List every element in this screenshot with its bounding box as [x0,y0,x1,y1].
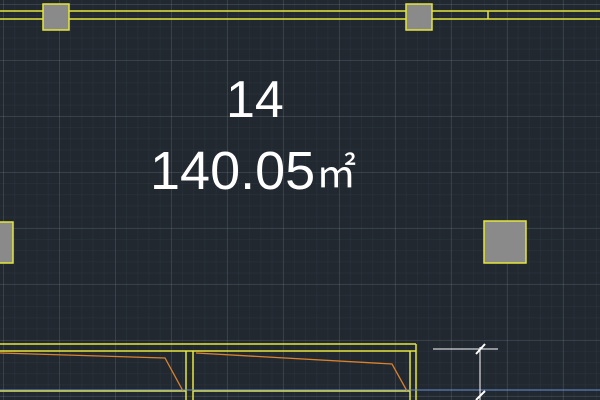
bottom-wall [0,343,417,400]
dimension-marker[interactable] [433,343,498,400]
door-swing-left [0,352,184,392]
top-wall [0,10,600,20]
door-swing-right [195,352,408,392]
column-mid-left [0,221,14,264]
column-mid-right [483,220,527,264]
column-top-right [405,3,433,31]
area-unit-label: ㎡ [316,151,357,197]
room-number-label: 14 [226,71,284,129]
column-top-left [42,3,70,31]
room-area-label: 140.05㎡ [150,144,356,198]
drawing-viewport[interactable]: 14 140.05㎡ [0,0,600,400]
room-area-value: 140.05 [150,141,316,201]
